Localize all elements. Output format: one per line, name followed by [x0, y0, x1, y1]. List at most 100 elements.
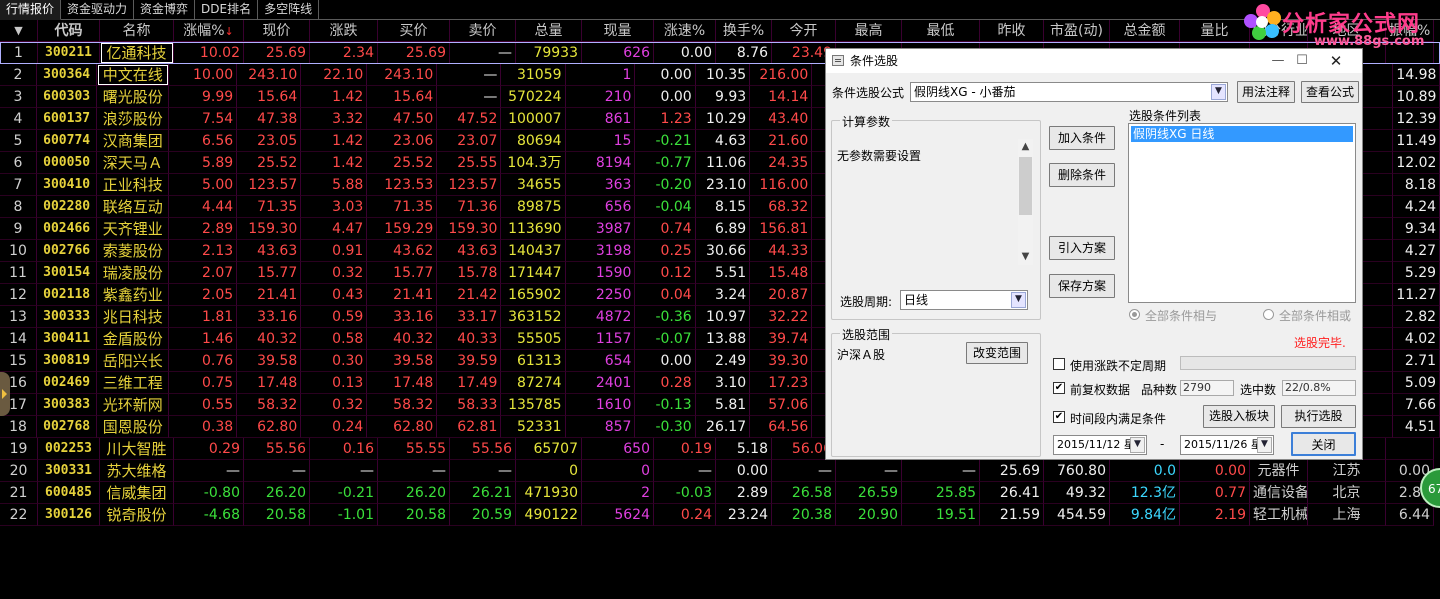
column-header[interactable]: 今开	[772, 20, 836, 42]
tab-quote[interactable]: 行情报价	[0, 0, 62, 20]
stock-code[interactable]: 300364	[37, 64, 98, 86]
table-row[interactable]: 22 300126 锐奇股份 -4.68 20.58 -1.01 20.58 20.59 490…	[0, 504, 1440, 526]
stock-code[interactable]: 600774	[37, 130, 98, 152]
stock-name[interactable]: 天齐锂业	[97, 218, 170, 240]
stock-code[interactable]: 002766	[37, 240, 98, 262]
stock-name[interactable]: 岳阳兴长	[97, 350, 170, 372]
column-header[interactable]: 现量	[582, 20, 654, 42]
scroll-thumb[interactable]	[1019, 157, 1032, 215]
column-header[interactable]: 涨速%	[654, 20, 716, 42]
chevron-down-icon[interactable]: ▼	[1011, 292, 1026, 308]
stock-name[interactable]: 三维工程	[97, 372, 170, 394]
stock-name[interactable]: 兆日科技	[97, 306, 170, 328]
column-header[interactable]: 现价	[244, 20, 310, 42]
date-from-picker[interactable]: 2015/11/12 星 ▼	[1053, 435, 1147, 455]
stock-name[interactable]: 曙光股份	[97, 86, 170, 108]
chevron-down-icon[interactable]: ▼	[1130, 437, 1145, 453]
stock-code[interactable]: 300383	[37, 394, 98, 416]
stock-code[interactable]: 000050	[37, 152, 98, 174]
dialog-titlebar[interactable]: 条件选股 — ☐ ✕	[826, 49, 1362, 73]
chevron-down-icon[interactable]: ▼	[1211, 84, 1226, 100]
scroll-up-icon[interactable]: ▲	[1018, 139, 1033, 155]
stock-code[interactable]: 600303	[37, 86, 98, 108]
save-scheme-button[interactable]: 保存方案	[1049, 274, 1115, 298]
condition-list-item[interactable]: 假阴线XG 日线	[1131, 126, 1353, 142]
stock-code[interactable]: 002469	[37, 372, 98, 394]
chk-time-range[interactable]: ✔	[1053, 411, 1065, 423]
stock-name[interactable]: 金盾股份	[97, 328, 170, 350]
stock-name[interactable]: 汉商集团	[97, 130, 170, 152]
params-scrollbar[interactable]: ▲ ▼	[1018, 139, 1033, 265]
stock-name[interactable]: 锐奇股份	[100, 504, 174, 526]
column-header[interactable]: 最高	[836, 20, 902, 42]
column-header[interactable]: 涨幅%↓	[174, 20, 244, 42]
stock-code[interactable]: 002280	[37, 196, 98, 218]
radio-or[interactable]	[1263, 309, 1274, 320]
stock-name[interactable]: 深天马Ａ	[97, 152, 170, 174]
stock-code[interactable]: 300126	[38, 504, 100, 526]
stock-name[interactable]: 索菱股份	[97, 240, 170, 262]
stock-name[interactable]: 正业科技	[97, 174, 170, 196]
tab-capital-drive[interactable]: 资金驱动力	[61, 0, 135, 20]
stock-code[interactable]: 300410	[37, 174, 98, 196]
view-formula-button[interactable]: 查看公式	[1301, 81, 1359, 103]
column-header[interactable]: 换手%	[716, 20, 772, 42]
stock-name[interactable]: 中文在线	[97, 64, 170, 86]
stock-code[interactable]: 300411	[37, 328, 98, 350]
maximize-icon[interactable]: ☐	[1290, 49, 1314, 73]
stock-name[interactable]: 瑞凌股份	[97, 262, 170, 284]
usage-note-button[interactable]: 用法注释	[1237, 81, 1295, 103]
table-row[interactable]: 21 600485 信威集团 -0.80 26.20 -0.21 26.20 26.21 471…	[0, 482, 1440, 504]
minimize-icon[interactable]: —	[1266, 49, 1290, 73]
column-header[interactable]: 总金额	[1110, 20, 1180, 42]
tab-capital-game[interactable]: 资金博弈	[134, 0, 196, 20]
period-select[interactable]: 日线 ▼	[900, 290, 1028, 310]
condition-list[interactable]: 假阴线XG 日线	[1128, 123, 1356, 303]
stock-code[interactable]: 300154	[37, 262, 98, 284]
tab-dde-rank[interactable]: DDE排名	[195, 0, 259, 20]
stock-code[interactable]: 300819	[37, 350, 98, 372]
stock-name[interactable]: 浪莎股份	[97, 108, 170, 130]
column-header[interactable]: 总量	[516, 20, 582, 42]
column-header[interactable]: 名称	[100, 20, 174, 42]
add-condition-button[interactable]: 加入条件	[1049, 126, 1115, 150]
close-button[interactable]: 关闭	[1291, 432, 1356, 456]
stock-code[interactable]: 002768	[37, 416, 98, 438]
change-range-button[interactable]: 改变范围	[966, 342, 1028, 364]
stock-code[interactable]: 300333	[37, 306, 98, 328]
stock-code[interactable]: 002253	[38, 438, 100, 460]
execute-screen-button[interactable]: 执行选股	[1281, 405, 1356, 428]
chk-fuquan[interactable]: ✔	[1053, 382, 1065, 394]
stock-name[interactable]: 光环新网	[97, 394, 170, 416]
column-header[interactable]: 涨跌	[310, 20, 378, 42]
stock-name[interactable]: 川大智胜	[100, 438, 174, 460]
stock-name[interactable]: 国恩股份	[97, 416, 170, 438]
sort-dropdown-icon[interactable]: ▼	[0, 20, 38, 42]
column-header[interactable]: 最低	[902, 20, 980, 42]
stock-code[interactable]: 600137	[37, 108, 98, 130]
tab-long-short[interactable]: 多空阵线	[258, 0, 320, 20]
close-icon[interactable]: ✕	[1324, 49, 1348, 73]
stock-code[interactable]: 600485	[38, 482, 100, 504]
column-header[interactable]: 买价	[378, 20, 450, 42]
stock-name[interactable]: 联络互动	[97, 196, 170, 218]
chk-variable-period[interactable]	[1053, 358, 1065, 370]
chevron-down-icon[interactable]: ▼	[1257, 437, 1272, 453]
stock-name[interactable]: 紫鑫药业	[97, 284, 170, 306]
table-row[interactable]: 20 300331 苏大维格 — — — — —0 0—0.00— — —25.69 760.80 0.…	[0, 460, 1440, 482]
column-header[interactable]: 市盈(动)	[1044, 20, 1110, 42]
expand-panel-button[interactable]	[0, 372, 10, 416]
stock-code[interactable]: 002118	[37, 284, 98, 306]
stock-code[interactable]: 300211	[38, 42, 100, 64]
stock-name[interactable]: 苏大维格	[100, 460, 174, 482]
save-to-block-button[interactable]: 选股入板块	[1203, 405, 1275, 428]
stock-code[interactable]: 002466	[37, 218, 98, 240]
stock-name[interactable]: 亿通科技	[100, 42, 174, 64]
column-header[interactable]: 昨收	[980, 20, 1044, 42]
radio-and[interactable]	[1129, 309, 1140, 320]
column-header[interactable]: 代码	[38, 20, 100, 42]
date-to-picker[interactable]: 2015/11/26 星 ▼	[1180, 435, 1274, 455]
delete-condition-button[interactable]: 删除条件	[1049, 163, 1115, 187]
stock-code[interactable]: 300331	[38, 460, 100, 482]
import-scheme-button[interactable]: 引入方案	[1049, 236, 1115, 260]
